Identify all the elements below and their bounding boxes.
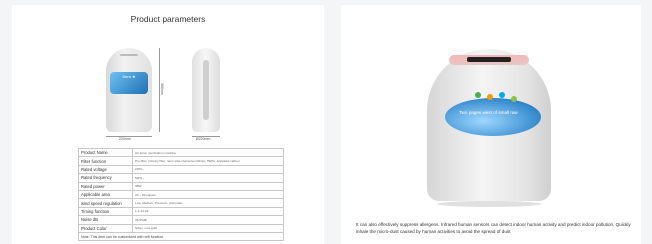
cloud-badge <box>445 98 541 136</box>
brand-logo: Sera ★ <box>110 72 148 94</box>
side-width-dimension-label: Ø220mm <box>196 137 211 141</box>
spec-row: Timing function 1-2-12-24 <box>78 206 284 217</box>
front-width-dimension-label: 220mm <box>119 137 131 141</box>
spec-note-row: Note: This item can be customized with w… <box>78 231 284 242</box>
logo-text: Sera ★ <box>122 74 136 79</box>
spec-label: Product Color <box>78 223 133 233</box>
spec-value: 20 ~ 60 square <box>132 189 284 200</box>
spec-note: Note: This item can be customized with w… <box>78 231 284 242</box>
spec-value: Pre-filter, primary filter, nano silver … <box>132 156 284 166</box>
height-dimension-label: 360mm <box>160 83 164 95</box>
feature-badge: Two pages west of small raw <box>445 92 541 136</box>
spec-row: Applicable area 20 ~ 60 square <box>78 189 284 200</box>
drop-icon <box>499 92 505 98</box>
spec-table: Product Name Air anion sterilization mach… <box>78 147 284 242</box>
spec-value: 35-55dB <box>132 215 284 225</box>
spec-value: Low, Medium, Premium, Automatic <box>132 198 284 208</box>
right-product-page: Two pages west of small raw It can also … <box>341 5 641 244</box>
spec-row: wind speed regulation Low, Medium, Premiu… <box>78 198 284 208</box>
spec-label: Noise dB <box>78 215 133 225</box>
spec-label: Timing function <box>78 206 133 217</box>
spec-label: Applicable area <box>78 189 133 200</box>
spec-label: Rated voltage <box>78 164 133 175</box>
spec-value: Air anion sterilization machine <box>132 147 284 158</box>
spec-label: Rated power <box>78 181 133 191</box>
side-slot <box>203 60 209 120</box>
spec-label: wind speed regulation <box>78 198 133 208</box>
spec-value: 220V~ <box>132 164 284 175</box>
spec-value: 38W <box>132 181 284 191</box>
tree-icon <box>511 96 517 102</box>
spec-value: 50Hz~ <box>132 173 284 183</box>
spec-row: Rated voltage 220V~ <box>78 164 284 175</box>
spec-value: Silver, rose gold <box>132 223 284 233</box>
spec-label: Rated frequency <box>78 173 133 183</box>
spec-row: Filter function Pre-filter, primary filte… <box>78 156 284 166</box>
product-side-image <box>192 48 220 132</box>
spec-row: Product Color Silver, rose gold <box>78 223 284 233</box>
top-display <box>120 54 138 56</box>
product-front-image: Sera ★ <box>106 48 152 132</box>
leaf-icon <box>475 92 481 98</box>
product-description: It can also effectively suppress allerge… <box>356 222 631 234</box>
spec-row: Rated power 38W <box>78 181 284 191</box>
floor-shadow <box>437 201 541 207</box>
top-display <box>467 57 511 62</box>
left-product-page: Product parameters Sera ★ 360mm 220mm Ø2… <box>12 5 324 244</box>
badge-caption: Two pages west of small raw <box>459 110 518 115</box>
page-title: Product parameters <box>130 14 206 24</box>
sun-icon <box>487 94 493 100</box>
spec-row: Rated frequency 50Hz~ <box>78 173 284 183</box>
spec-row: Product Name Air anion sterilization mach… <box>78 147 284 158</box>
spec-label: Filter function <box>78 156 133 166</box>
spec-label: Product Name <box>78 147 133 158</box>
spec-value: 1-2-12-24 <box>132 206 284 217</box>
spec-row: Noise dB 35-55dB <box>78 215 284 225</box>
